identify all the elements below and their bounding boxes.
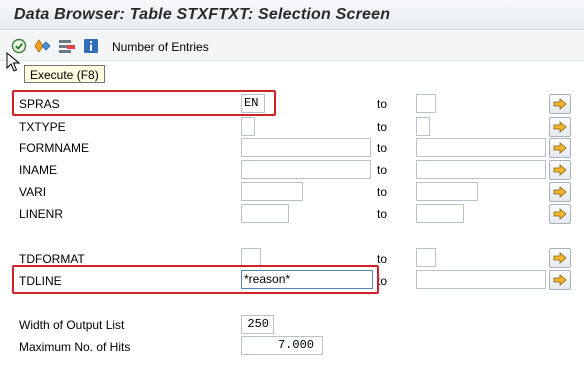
formname-low-input[interactable] [241,138,371,157]
max-hits-input[interactable]: 7.000 [241,336,323,355]
mouse-cursor-icon [6,51,21,75]
multiple-selection-button[interactable] [549,248,571,268]
to-label: to [377,120,388,134]
label-max-hits: Maximum No. of Hits [19,340,131,354]
number-of-entries-button[interactable]: Number of Entries [112,40,209,54]
label-txtype: TXTYPE [19,120,66,134]
label-linenr: LINENR [19,207,64,221]
iname-low-input[interactable] [241,160,371,179]
title-bar: Data Browser: Table STXFTXT: Selection S… [0,0,584,30]
multiple-selection-icon [553,186,567,198]
multiple-selection-icon [553,274,567,286]
highlight-box-tdline [12,265,379,294]
multiple-selection-button[interactable] [549,182,571,202]
multiple-selection-icon [553,121,567,133]
highlight-box-spras [12,90,276,116]
txtype-high-input[interactable] [416,117,430,136]
to-label: to [377,141,388,155]
label-iname: INAME [19,163,58,177]
application-toolbar: Number of Entries [0,31,584,61]
multiple-selection-button[interactable] [549,117,571,137]
tdline-high-input[interactable] [416,270,546,289]
multiple-selection-icon [553,98,567,110]
multiple-selection-button[interactable] [549,138,571,158]
label-vari: VARI [19,185,47,199]
multiple-selection-button[interactable] [549,94,571,114]
info-icon[interactable] [82,37,100,55]
to-label: to [377,207,388,221]
txtype-low-input[interactable] [241,117,255,136]
linenr-high-input[interactable] [416,204,464,223]
vari-low-input[interactable] [241,182,303,201]
execute-tooltip: Execute (F8) [24,65,105,83]
to-label: to [377,185,388,199]
formname-high-input[interactable] [416,138,546,157]
multiple-selection-icon [553,142,567,154]
multiple-selection-button[interactable] [549,204,571,224]
multiple-selection-icon [553,208,567,220]
vari-high-input[interactable] [416,182,478,201]
multiple-selection-icon [553,252,567,264]
delete-entries-icon[interactable] [58,37,76,55]
window-title: Data Browser: Table STXFTXT: Selection S… [14,6,391,23]
to-label: to [377,163,388,177]
linenr-low-input[interactable] [241,204,289,223]
iname-high-input[interactable] [416,160,546,179]
to-label: to [377,97,388,111]
output-width-input[interactable]: 250 [241,315,274,334]
to-label: to [377,252,388,266]
selection-options-icon[interactable] [34,37,52,55]
multiple-selection-icon [553,164,567,176]
label-tdformat: TDFORMAT [19,252,85,266]
label-output-width: Width of Output List [19,318,125,332]
multiple-selection-button[interactable] [549,160,571,180]
multiple-selection-button[interactable] [549,270,571,290]
label-formname: FORMNAME [19,141,89,155]
tdformat-high-input[interactable] [416,248,436,267]
spras-high-input[interactable] [416,94,436,113]
